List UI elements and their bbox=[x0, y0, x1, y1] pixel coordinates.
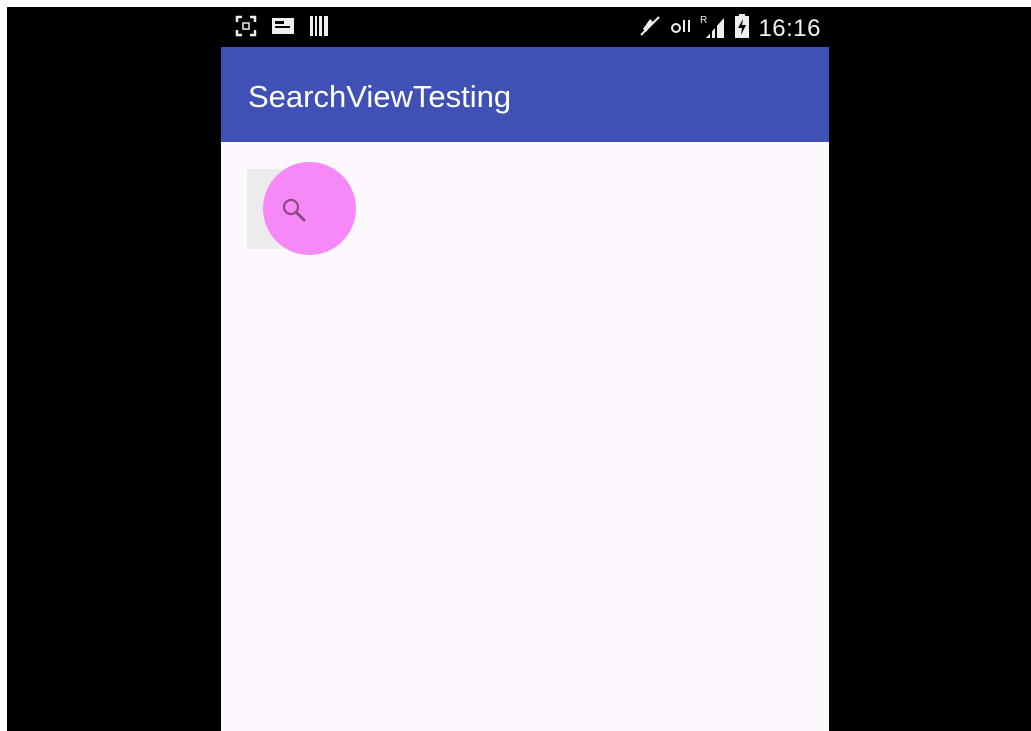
status-bar: R 16:16 bbox=[221, 7, 829, 47]
status-clock: 16:16 bbox=[758, 14, 821, 42]
search-icon[interactable] bbox=[279, 195, 311, 227]
app-toolbar: SearchViewTesting bbox=[221, 47, 829, 142]
mute-icon bbox=[638, 14, 662, 43]
svg-text:R: R bbox=[700, 15, 707, 26]
barcode-icon bbox=[309, 15, 329, 42]
battery-charging-icon bbox=[734, 13, 750, 44]
app-title: SearchViewTesting bbox=[248, 79, 512, 114]
nfc-icon bbox=[670, 17, 692, 40]
screenshot-icon bbox=[235, 15, 257, 42]
status-right-icons: R 16:16 bbox=[638, 13, 821, 44]
device-frame: R 16:16 SearchViewTesting bbox=[7, 7, 1031, 731]
main-content bbox=[221, 142, 829, 731]
status-left-icons bbox=[235, 15, 329, 42]
gallery-notification-icon bbox=[271, 16, 295, 41]
phone-screen: R 16:16 SearchViewTesting bbox=[221, 7, 829, 731]
signal-roaming-icon: R bbox=[700, 13, 726, 44]
